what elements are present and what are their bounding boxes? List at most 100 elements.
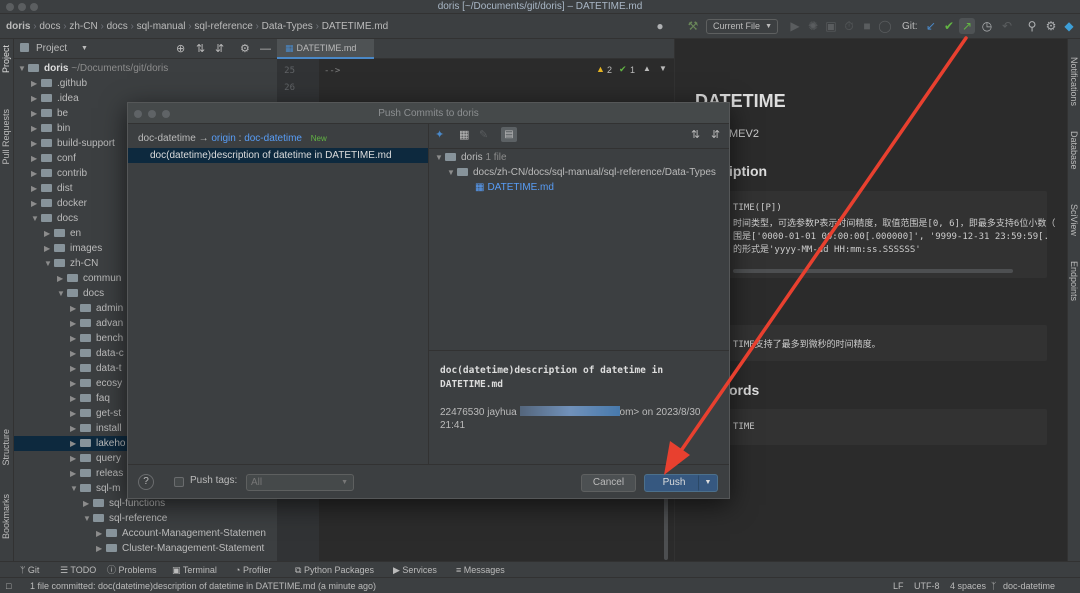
tree-root[interactable]: ▼ doris 1 file [435, 150, 716, 165]
line-separator[interactable]: LF [893, 578, 904, 593]
project-view-label[interactable]: Project [36, 39, 67, 59]
collapse-all-icon[interactable]: ⇵ [711, 128, 720, 141]
locate-icon[interactable]: ⊕ [176, 39, 185, 59]
tool-window-terminal[interactable]: ▣ Terminal [172, 562, 217, 578]
breadcrumb-item[interactable]: docs [107, 21, 128, 32]
tree-item[interactable]: ▼ sql-reference [14, 511, 277, 526]
rollback-icon[interactable]: ↶ [999, 14, 1015, 39]
project-tool-tab[interactable]: Project [1, 45, 11, 73]
chevron-right-icon[interactable]: ▶ [96, 541, 106, 556]
tree-file[interactable]: ▦ DATETIME.md [435, 180, 716, 195]
database-tool-tab[interactable]: Database [1069, 131, 1079, 170]
group-by-icon[interactable]: ▦ [459, 128, 469, 141]
dialog-close-button[interactable] [134, 110, 142, 118]
tool-window-python-packages[interactable]: ⧉ Python Packages [295, 562, 374, 578]
tree-folder[interactable]: ▼ docs/zh-CN/docs/sql-manual/sql-referenc… [435, 165, 716, 180]
chevron-down-icon[interactable]: ▼ [81, 39, 88, 59]
chevron-right-icon[interactable]: ▶ [70, 316, 80, 331]
warning-icon[interactable]: ▲ [596, 64, 605, 74]
chevron-right-icon[interactable]: ▶ [70, 451, 80, 466]
expand-all-icon[interactable]: ⇅ [691, 128, 700, 141]
chevron-right-icon[interactable]: ▶ [70, 361, 80, 376]
push-tags-checkbox[interactable] [174, 477, 184, 487]
push-options-dropdown[interactable]: ▼ [698, 474, 718, 492]
run-configuration-select[interactable]: Current File ▼ [706, 19, 778, 34]
editor-tab-datetime[interactable]: ▦DATETIME.md ✕ [277, 39, 374, 72]
expand-icon[interactable]: ✦ [435, 128, 444, 141]
tree-item[interactable]: ▶ Cluster-Management-Statement [14, 541, 277, 556]
chevron-right-icon[interactable]: ▶ [31, 166, 41, 181]
push-button[interactable]: Push [644, 474, 704, 492]
code-scrollbar[interactable] [733, 269, 1013, 273]
user-icon[interactable]: ● [652, 14, 668, 39]
notifications-tool-tab[interactable]: Notifications [1069, 57, 1079, 106]
help-button[interactable]: ? [138, 474, 154, 490]
git-commit-icon[interactable]: ✔ [941, 14, 957, 39]
tree-root[interactable]: ▼ doris ~/Documents/git/doris [14, 61, 277, 76]
gear-icon[interactable]: ⚙ [240, 39, 250, 59]
stop-icon[interactable]: ■ [859, 14, 875, 39]
profile-icon[interactable]: ⏱ [841, 14, 857, 39]
gear-icon[interactable]: ⚙ [1043, 14, 1059, 39]
chevron-right-icon[interactable]: ▶ [44, 241, 54, 256]
chevron-right-icon[interactable]: ▶ [70, 301, 80, 316]
chevron-right-icon[interactable]: ▶ [31, 151, 41, 166]
dialog-maximize-button[interactable] [162, 110, 170, 118]
git-update-icon[interactable]: ↙ [923, 14, 939, 39]
dialog-minimize-button[interactable] [148, 110, 156, 118]
breadcrumb-item[interactable]: sql-reference [194, 21, 252, 32]
chevron-right-icon[interactable]: ▶ [31, 106, 41, 121]
breadcrumb-item[interactable]: docs [39, 21, 60, 32]
chevron-right-icon[interactable]: ▶ [31, 91, 41, 106]
structure-tool-tab[interactable]: Structure [1, 429, 11, 466]
breadcrumb-item[interactable]: sql-manual [137, 21, 186, 32]
file-encoding[interactable]: UTF-8 [914, 578, 940, 593]
diff-preview-icon[interactable]: ▤ [501, 127, 517, 142]
edit-icon[interactable]: ✎ [479, 128, 488, 141]
history-icon[interactable]: ◷ [979, 14, 995, 39]
tool-window-git[interactable]: ᛘ Git [20, 562, 39, 578]
chevron-right-icon[interactable]: ▶ [70, 406, 80, 421]
chevron-right-icon[interactable]: ▶ [44, 226, 54, 241]
maximize-window-button[interactable] [30, 3, 38, 11]
chevron-down-icon[interactable]: ▼ [57, 286, 67, 301]
chevron-down-icon[interactable]: ▼ [83, 511, 93, 526]
chevron-up-icon[interactable]: ▲ [643, 64, 651, 73]
hide-panel-icon[interactable]: — [260, 39, 271, 59]
chevron-right-icon[interactable]: ▶ [70, 421, 80, 436]
endpoints-tool-tab[interactable]: Endpoints [1069, 261, 1079, 301]
tool-window-problems[interactable]: ⓘ Problems [107, 562, 157, 578]
chevron-down-icon[interactable]: ▼ [44, 256, 54, 271]
chevron-right-icon[interactable]: ▶ [31, 121, 41, 136]
git-push-icon[interactable]: ↗ [959, 18, 975, 34]
tool-window-services[interactable]: ▶ Services [393, 562, 437, 578]
chevron-right-icon[interactable]: ▶ [83, 496, 93, 511]
tree-item[interactable]: ▶ .github [14, 76, 277, 91]
collapse-all-icon[interactable]: ⇵ [215, 39, 224, 59]
chevron-right-icon[interactable]: ▶ [31, 76, 41, 91]
chevron-down-icon[interactable]: ▼ [31, 211, 41, 226]
git-branch[interactable]: doc-datetime [1003, 578, 1055, 593]
chevron-right-icon[interactable]: ▶ [31, 196, 41, 211]
chevron-right-icon[interactable]: ▶ [70, 376, 80, 391]
chevron-right-icon[interactable]: ▶ [57, 271, 67, 286]
chevron-right-icon[interactable]: ▶ [70, 466, 80, 481]
build-hammer-icon[interactable]: ⚒ [685, 14, 701, 39]
tool-window-profiler[interactable]: ◔ Profiler [235, 562, 271, 578]
breadcrumb-item[interactable]: DATETIME.md [322, 21, 388, 32]
chevron-right-icon[interactable]: ▶ [70, 331, 80, 346]
chevron-right-icon[interactable]: ▶ [96, 526, 106, 541]
tool-window-todo[interactable]: ☰ TODO [60, 562, 96, 578]
cancel-button[interactable]: Cancel [581, 474, 636, 492]
pull-requests-tool-tab[interactable]: Pull Requests [1, 109, 11, 165]
search-icon[interactable]: ⚲ [1024, 14, 1040, 39]
indent-setting[interactable]: 4 spaces [950, 578, 986, 593]
expand-all-icon[interactable]: ⇅ [196, 39, 205, 59]
chevron-right-icon[interactable]: ▶ [70, 436, 80, 451]
remote-name[interactable]: origin [211, 133, 235, 144]
chevron-right-icon[interactable]: ▶ [70, 346, 80, 361]
breadcrumb-item[interactable]: zh-CN [69, 21, 97, 32]
breadcrumb-item[interactable]: Data-Types [262, 21, 313, 32]
breadcrumb-item[interactable]: doris [6, 21, 30, 32]
minimize-window-button[interactable] [18, 3, 26, 11]
